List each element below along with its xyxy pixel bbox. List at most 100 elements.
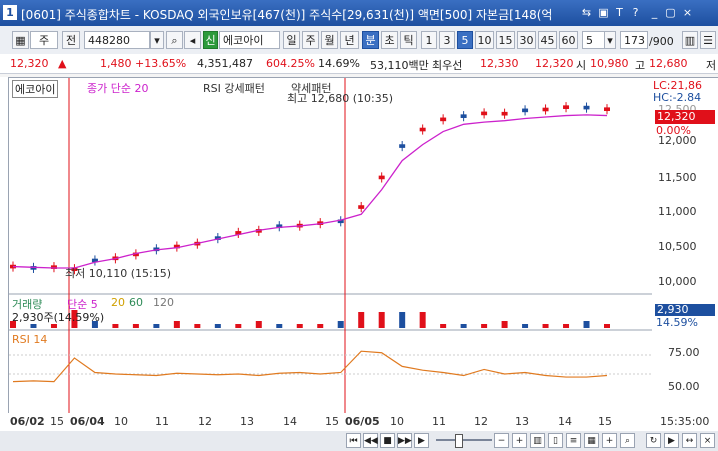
minute-option-30[interactable]: 30 bbox=[517, 31, 536, 49]
change-percent: +13.65% bbox=[135, 57, 187, 70]
volume-bar bbox=[235, 324, 242, 328]
refresh-icon[interactable]: ↻ bbox=[646, 433, 661, 448]
text-icon[interactable]: T bbox=[612, 5, 627, 20]
play-icon[interactable]: ▶ bbox=[414, 433, 429, 448]
legend-rsi-pattern[interactable]: RSI 강세패턴 bbox=[203, 80, 265, 96]
minute-option-45[interactable]: 45 bbox=[538, 31, 557, 49]
tab-jeon[interactable]: 전 bbox=[62, 31, 80, 49]
time-label: 15 bbox=[50, 415, 64, 428]
volume-bar bbox=[337, 321, 344, 328]
close-icon[interactable]: × bbox=[700, 433, 715, 448]
play-icon[interactable]: ▶ bbox=[664, 433, 679, 448]
period-day[interactable]: 일 bbox=[283, 31, 300, 49]
tick-11000: 11,000 bbox=[658, 205, 697, 218]
rewind-icon[interactable]: ◀◀ bbox=[363, 433, 378, 448]
legend-ma[interactable]: 종가 단순 20 bbox=[87, 80, 148, 96]
screen-icon[interactable]: ▣ bbox=[596, 5, 611, 20]
time-label: 14 bbox=[558, 415, 572, 428]
period-week[interactable]: 주 bbox=[302, 31, 319, 49]
volume-bar bbox=[214, 324, 221, 328]
page-input[interactable]: 173 bbox=[620, 31, 648, 49]
layout-icon[interactable]: ▦ bbox=[12, 31, 29, 49]
up-arrow-icon: ▲ bbox=[58, 57, 67, 70]
minute-option-15[interactable]: 15 bbox=[496, 31, 515, 49]
candle-icon[interactable]: ▯ bbox=[548, 433, 563, 448]
chart-area[interactable]: 에코아이 종가 단순 20 RSI 강세패턴 약세패턴 최고 12,680 (1… bbox=[8, 77, 654, 415]
best-bid: 12,320 bbox=[535, 57, 574, 70]
legend-volume-ma120[interactable]: 120 bbox=[153, 296, 174, 309]
minute-option-3[interactable]: 3 bbox=[439, 31, 455, 49]
volume-bar bbox=[317, 324, 324, 328]
open-label: 시 bbox=[576, 59, 587, 72]
candle-body bbox=[604, 107, 610, 112]
legend-stock-name[interactable]: 에코아이 bbox=[12, 80, 59, 98]
chart-mode-icon[interactable]: ▥ bbox=[530, 433, 545, 448]
first-icon[interactable]: ⏮ bbox=[346, 433, 361, 448]
list-icon[interactable]: ≡ bbox=[566, 433, 581, 448]
amount: 53,110백만 bbox=[370, 59, 429, 72]
chevron-down-icon[interactable]: ▾ bbox=[150, 31, 164, 49]
volume-bar bbox=[522, 324, 529, 328]
candle-body bbox=[460, 114, 467, 118]
period-month[interactable]: 월 bbox=[321, 31, 338, 49]
minute-option-10[interactable]: 10 bbox=[475, 31, 494, 49]
minute-option-1[interactable]: 1 bbox=[421, 31, 437, 49]
type-select[interactable]: 주 bbox=[30, 31, 58, 49]
minute-option-5[interactable]: 5 bbox=[457, 31, 473, 49]
chevron-down-icon[interactable]: ▾ bbox=[604, 31, 616, 49]
search-icon[interactable]: ⌕ bbox=[166, 31, 183, 49]
settings-icon[interactable]: ☰ bbox=[700, 31, 716, 49]
tick-11500: 11,500 bbox=[658, 171, 697, 184]
candle-body bbox=[501, 111, 508, 116]
volume-bar bbox=[399, 312, 406, 328]
magnify-icon[interactable]: ⌕ bbox=[620, 433, 635, 448]
volume-bar bbox=[481, 324, 488, 328]
candle-body bbox=[399, 144, 406, 148]
candle-body bbox=[542, 107, 549, 112]
low-label: 저 bbox=[706, 59, 717, 72]
toolbar: ▦ 주 전 448280 ▾ ⌕ ◂ 신 에코아이 일 주 월 년 분 초 틱 … bbox=[0, 26, 718, 55]
current-price-tag: 12,320 bbox=[655, 110, 715, 124]
time-axis: 06/02 15 06/04 10 11 12 13 14 15 06/05 1… bbox=[0, 413, 718, 432]
stop-icon[interactable]: ■ bbox=[380, 433, 395, 448]
volume-bar bbox=[358, 312, 365, 328]
period-second[interactable]: 초 bbox=[381, 31, 398, 49]
candle-body bbox=[358, 205, 365, 209]
time-label: 11 bbox=[432, 415, 446, 428]
candle-body bbox=[419, 127, 426, 132]
volume-bar bbox=[255, 321, 262, 328]
period-tick[interactable]: 틱 bbox=[400, 31, 417, 49]
forward-icon[interactable]: ▶▶ bbox=[397, 433, 412, 448]
close-button[interactable]: × bbox=[680, 5, 695, 20]
low-annotation: 최저 10,110 (15:15) bbox=[65, 267, 172, 280]
legend-rsi[interactable]: RSI 14 bbox=[12, 333, 47, 346]
zoom-slider-track[interactable] bbox=[436, 439, 492, 441]
candle-body bbox=[481, 111, 488, 116]
minute-option-60[interactable]: 60 bbox=[559, 31, 578, 49]
sound-icon[interactable]: ◂ bbox=[184, 31, 201, 49]
grid-icon[interactable]: ▦ bbox=[584, 433, 599, 448]
help-icon[interactable]: ? bbox=[628, 5, 643, 20]
turnover: 14.69% bbox=[318, 57, 360, 70]
stock-code-input[interactable]: 448280 bbox=[84, 31, 150, 49]
chart-controls: ⏮ ◀◀ ■ ▶▶ ▶ − + ▥ ▯ ≡ ▦ + ⌕ ↻ ▶ ↔ × bbox=[0, 431, 718, 451]
tick-10000: 10,000 bbox=[658, 275, 697, 288]
expand-icon[interactable]: ↔ bbox=[682, 433, 697, 448]
rsi-tick-75: 75.00 bbox=[668, 346, 700, 359]
period-minute[interactable]: 분 bbox=[362, 31, 379, 49]
link-icon[interactable]: ⇆ bbox=[579, 5, 594, 20]
zoom-in-icon[interactable]: + bbox=[512, 433, 527, 448]
minimize-button[interactable]: _ bbox=[647, 5, 662, 20]
grid-icon[interactable]: ▥ bbox=[682, 31, 698, 49]
zoom-slider-handle[interactable] bbox=[455, 434, 463, 448]
cross-icon[interactable]: + bbox=[602, 433, 617, 448]
period-year[interactable]: 년 bbox=[340, 31, 359, 49]
rsi-line bbox=[12, 350, 608, 383]
price-bar: 12,320 ▲ 1,480 +13.65% 4,351,487 604.25%… bbox=[0, 54, 718, 74]
legend-volume-ma20[interactable]: 20 bbox=[111, 296, 125, 309]
zoom-out-icon[interactable]: − bbox=[494, 433, 509, 448]
legend-volume-ma60[interactable]: 60 bbox=[129, 296, 143, 309]
maximize-button[interactable]: ▢ bbox=[663, 5, 678, 20]
best-ask: 12,330 bbox=[480, 57, 519, 70]
current-time: 15:35:00 bbox=[660, 415, 710, 428]
